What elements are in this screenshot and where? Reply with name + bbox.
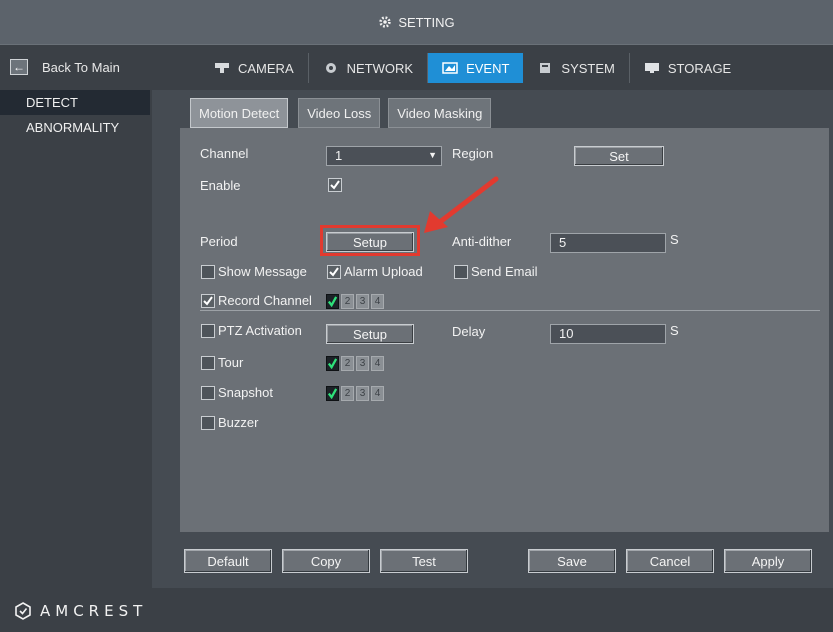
tab-motion-detect[interactable]: Motion Detect <box>190 98 289 128</box>
tab-label: CAMERA <box>238 60 294 76</box>
tab-video-masking[interactable]: Video Masking <box>388 98 492 128</box>
channel-value: 1 <box>335 148 343 163</box>
record-channel-1[interactable] <box>326 294 339 309</box>
tour-channel-4[interactable]: 4 <box>371 356 384 371</box>
tab-label: STORAGE <box>667 60 732 76</box>
brand-text: AMCREST <box>40 602 148 620</box>
record-channel-label: Record Channel <box>218 293 312 308</box>
back-arrow-icon: ← <box>10 59 28 75</box>
checkmark-icon <box>329 267 339 277</box>
top-nav: ← Back To Main CAMERA NETWORK EVENT SYST… <box>0 44 833 90</box>
tab-system[interactable]: SYSTEM <box>523 53 630 83</box>
main-tabs: CAMERA NETWORK EVENT SYSTEM STORAGE <box>200 53 745 83</box>
amcrest-logo-icon <box>15 602 31 620</box>
annotation-arrow-icon <box>424 176 499 233</box>
checkmark-icon <box>327 296 338 307</box>
tab-network[interactable]: NETWORK <box>309 53 429 83</box>
alarm-upload-checkbox[interactable] <box>327 265 341 279</box>
page-title: SETTING <box>398 14 455 30</box>
delay-label: Delay <box>452 324 486 339</box>
record-channel-checkbox[interactable] <box>201 294 215 308</box>
tour-channel-1[interactable] <box>326 356 339 371</box>
checkmark-icon <box>327 358 338 369</box>
snapshot-label: Snapshot <box>218 385 273 400</box>
cancel-button[interactable]: Cancel <box>626 549 714 573</box>
anti-dither-input[interactable]: 5 <box>550 233 666 253</box>
network-icon <box>325 63 336 73</box>
tab-video-loss[interactable]: Video Loss <box>298 98 381 128</box>
snapshot-channel-2[interactable]: 2 <box>341 386 354 401</box>
tour-label: Tour <box>218 355 244 370</box>
anti-dither-label: Anti-dither <box>452 234 512 249</box>
enable-label: Enable <box>200 178 241 193</box>
annotation-highlight-box <box>320 225 420 256</box>
settings-panel: Channel 1 ▼ Region Set Enable Period Set… <box>180 128 829 532</box>
tab-camera[interactable]: CAMERA <box>200 53 309 83</box>
tour-channel-selector: 2 3 4 <box>326 356 384 372</box>
snapshot-checkbox[interactable] <box>201 386 215 400</box>
sub-tabs: Motion Detect Video Loss Video Masking <box>190 98 492 128</box>
snapshot-channel-selector: 2 3 4 <box>326 386 384 402</box>
camera-icon <box>215 63 229 73</box>
ptz-setup-button[interactable]: Setup <box>326 324 414 344</box>
tour-checkbox[interactable] <box>201 356 215 370</box>
alarm-upload-label: Alarm Upload <box>344 264 423 279</box>
section-divider <box>200 310 820 311</box>
region-label: Region <box>452 146 494 161</box>
record-channel-4[interactable]: 4 <box>371 294 384 309</box>
region-set-button[interactable]: Set <box>574 146 664 166</box>
tab-event[interactable]: EVENT <box>428 53 524 83</box>
copy-button[interactable]: Copy <box>282 549 370 573</box>
default-button[interactable]: Default <box>184 549 272 573</box>
tab-label: EVENT <box>466 60 510 76</box>
tab-label: NETWORK <box>346 60 414 76</box>
buzzer-label: Buzzer <box>218 415 259 430</box>
gear-icon <box>379 16 392 28</box>
send-email-checkbox[interactable] <box>454 265 468 279</box>
sidebar-item-abnormality[interactable]: ABNORMALITY <box>0 115 152 140</box>
channel-label: Channel <box>200 146 249 161</box>
tab-storage[interactable]: STORAGE <box>630 53 745 83</box>
record-channel-3[interactable]: 3 <box>356 294 369 309</box>
record-channel-2[interactable]: 2 <box>341 294 354 309</box>
tour-channel-3[interactable]: 3 <box>356 356 369 371</box>
main-content: Motion Detect Video Loss Video Masking C… <box>152 90 833 588</box>
tab-label: SYSTEM <box>561 60 615 76</box>
show-message-checkbox[interactable] <box>201 265 215 279</box>
event-icon <box>442 62 458 74</box>
snapshot-channel-3[interactable]: 3 <box>356 386 369 401</box>
tour-channel-2[interactable]: 2 <box>341 356 354 371</box>
save-button[interactable]: Save <box>528 549 616 573</box>
storage-icon <box>644 63 659 73</box>
back-label: Back To Main <box>42 59 120 75</box>
back-to-main-button[interactable]: ← Back To Main <box>10 59 120 75</box>
anti-dither-unit: S <box>670 232 679 247</box>
channel-select[interactable]: 1 ▼ <box>326 146 442 166</box>
system-icon <box>540 63 551 73</box>
snapshot-channel-1[interactable] <box>326 386 339 401</box>
checkmark-icon <box>203 296 213 306</box>
show-message-label: Show Message <box>218 264 307 279</box>
ptz-activation-label: PTZ Activation <box>218 323 302 338</box>
checkmark-icon <box>327 388 338 399</box>
record-channel-selector: 2 3 4 <box>326 294 384 310</box>
delay-input[interactable]: 10 <box>550 324 666 344</box>
snapshot-channel-4[interactable]: 4 <box>371 386 384 401</box>
brand-logo: AMCREST <box>14 602 147 620</box>
buzzer-checkbox[interactable] <box>201 416 215 430</box>
send-email-label: Send Email <box>471 264 538 279</box>
period-label: Period <box>200 234 238 249</box>
footer: AMCREST <box>0 588 833 632</box>
sidebar-item-detect[interactable]: DETECT <box>0 90 150 115</box>
ptz-activation-checkbox[interactable] <box>201 324 215 338</box>
test-button[interactable]: Test <box>380 549 468 573</box>
chevron-down-icon: ▼ <box>428 150 437 160</box>
sidebar: DETECT ABNORMALITY <box>0 90 152 588</box>
apply-button[interactable]: Apply <box>724 549 812 573</box>
checkmark-icon <box>330 180 340 190</box>
delay-unit: S <box>670 323 679 338</box>
title-bar: SETTING <box>0 0 833 44</box>
enable-checkbox[interactable] <box>328 178 342 192</box>
